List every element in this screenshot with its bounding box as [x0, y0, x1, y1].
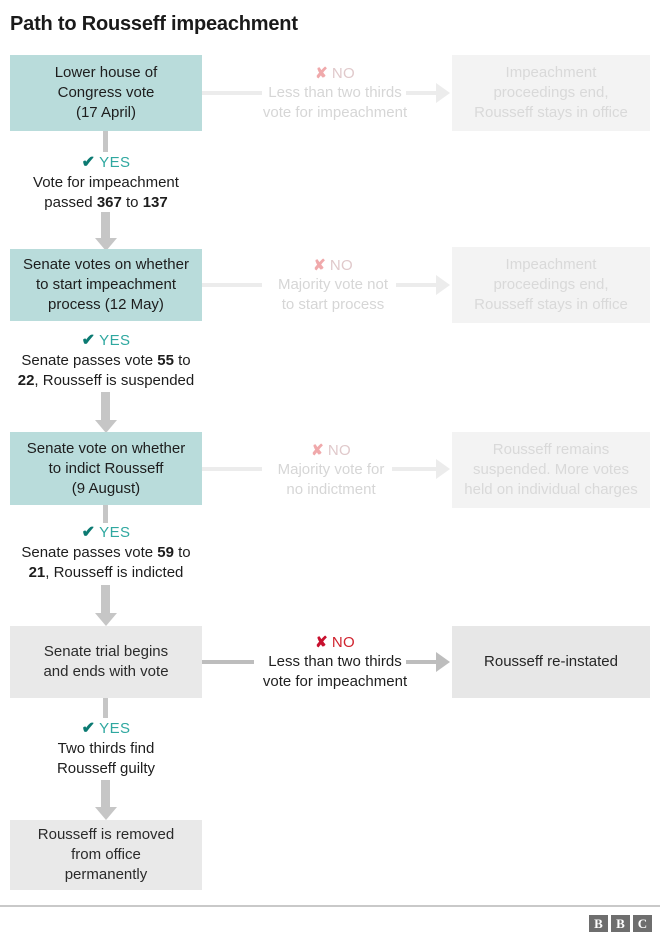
- yes-connector-stem-3: [103, 505, 108, 523]
- no-arrowhead-3: [436, 459, 450, 479]
- yes-branch-body: Senate passes vote 59 to 21, Rousseff is…: [21, 544, 191, 581]
- no-arrowhead-4: [436, 652, 450, 672]
- yes-branch-2: ✔ YES Senate passes vote 55 to 22, Rouss…: [17, 332, 195, 389]
- check-icon: ✔: [81, 720, 95, 737]
- yes-branch-body: Two thirds find Rousseff guilty: [56, 740, 156, 777]
- no-branch-body: Less than two thirds vote for impeachmen…: [262, 84, 408, 121]
- no-branch-3: ✘ NO Majority vote for no indictment: [277, 442, 385, 498]
- no-arrowhead-1: [436, 83, 450, 103]
- no-connector-line-1: [202, 91, 262, 95]
- decision-line: (17 April): [75, 104, 136, 121]
- yes-connector-stem-1: [103, 131, 108, 152]
- decision-box-senate-indict: Senate vote on whether to indict Roussef…: [10, 432, 202, 505]
- bbc-letter-2: B: [611, 915, 630, 932]
- arrow-stem-4: [101, 780, 110, 807]
- no-branch-1: ✘ NO Less than two thirds vote for impea…: [262, 65, 408, 121]
- bbc-letter-3: C: [633, 915, 652, 932]
- no-arrowhead-2: [436, 275, 450, 295]
- bbc-logo: B B C: [589, 915, 652, 932]
- decision-line: Lower house of: [54, 64, 158, 81]
- cross-icon: ✘: [311, 442, 324, 459]
- no-branch-2: ✘ NO Majority vote not to start process: [277, 257, 389, 313]
- outcome-box-3: Rousseff remains suspended. More votes h…: [452, 432, 650, 508]
- page-title: Path to Rousseff impeachment: [10, 13, 298, 35]
- yes-branch-1: ✔ YES Vote for impeachment passed 367 to…: [33, 154, 179, 211]
- yes-connector-stem-4: [103, 698, 108, 718]
- arrow-stem-3: [101, 585, 110, 613]
- no-branch-body: Majority vote for no indictment: [277, 461, 385, 498]
- cross-icon: ✘: [315, 634, 328, 651]
- outcome-box-2: Impeachment proceedings end, Rousseff st…: [452, 247, 650, 323]
- cross-icon: ✘: [315, 65, 328, 82]
- yes-branch-4: ✔ YES Two thirds find Rousseff guilty: [56, 720, 156, 777]
- check-icon: ✔: [81, 154, 95, 171]
- check-icon: ✔: [81, 524, 95, 541]
- decision-box-senate-trial: Senate trial begins and ends with vote: [10, 626, 202, 698]
- no-branch-body: Less than two thirds vote for impeachmen…: [262, 653, 408, 690]
- final-outcome-box: Rousseff is removed from office permanen…: [10, 820, 202, 890]
- yes-branch-body: Senate passes vote 55 to 22, Rousseff is…: [17, 352, 195, 389]
- arrow-stem-1: [101, 212, 110, 238]
- arrow-head-4: [95, 807, 117, 820]
- footer-divider: [0, 905, 660, 907]
- bbc-letter-1: B: [589, 915, 608, 932]
- cross-icon: ✘: [313, 257, 326, 274]
- decision-box-lower-house: Lower house of Congress vote (17 April): [10, 55, 202, 131]
- no-connector-line-4: [202, 660, 254, 664]
- arrow-stem-2: [101, 392, 110, 420]
- arrow-head-3: [95, 613, 117, 626]
- decision-box-senate-start: Senate votes on whether to start impeach…: [10, 249, 202, 321]
- decision-line: Congress vote: [57, 84, 155, 101]
- yes-branch-body: Vote for impeachment passed 367 to 137: [33, 174, 179, 211]
- no-branch-4: ✘ NO Less than two thirds vote for impea…: [262, 634, 408, 690]
- no-connector-line-3: [202, 467, 262, 471]
- outcome-box-4: Rousseff re-instated: [452, 626, 650, 698]
- check-icon: ✔: [81, 332, 95, 349]
- yes-branch-3: ✔ YES Senate passes vote 59 to 21, Rouss…: [21, 524, 191, 581]
- no-branch-body: Majority vote not to start process: [277, 276, 389, 313]
- no-connector-line-3b: [392, 467, 438, 471]
- no-connector-line-2: [202, 283, 262, 287]
- outcome-box-1: Impeachment proceedings end, Rousseff st…: [452, 55, 650, 131]
